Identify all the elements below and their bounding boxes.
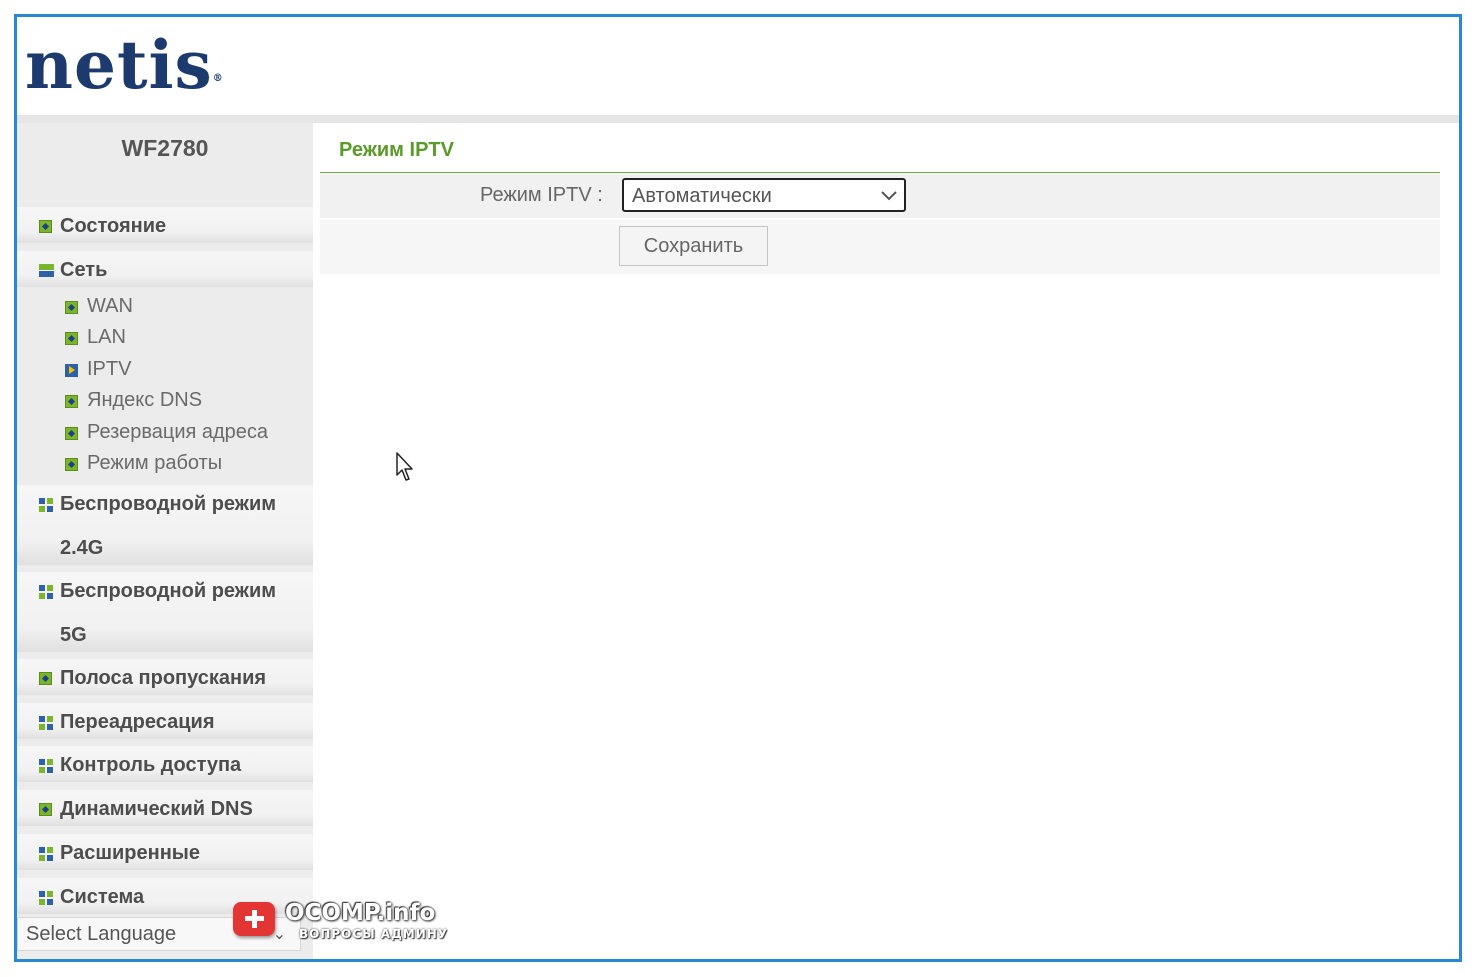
sidebar-item-forwarding[interactable]: Переадресация [17, 703, 313, 739]
green-diamond-icon [65, 427, 78, 440]
green-diamond-icon [65, 301, 78, 314]
active-arrow-icon [65, 364, 78, 377]
expanded-minus-icon [39, 264, 54, 277]
medical-cross-icon [233, 902, 275, 936]
sidebar-item-dynamic-dns[interactable]: Динамический DNS [17, 790, 313, 826]
sidebar-subitem-label: Режим работы [87, 452, 223, 474]
sidebar-item-label: Система [60, 886, 145, 908]
actions-row: Сохранить [320, 220, 1440, 274]
iptv-mode-select[interactable]: Автоматически [622, 178, 906, 212]
watermark-title: OCOMP.info [285, 900, 436, 926]
mouse-cursor-icon [396, 452, 413, 481]
grid-icon [39, 716, 53, 730]
save-button[interactable]: Сохранить [619, 226, 768, 266]
green-diamond-icon [39, 220, 52, 233]
model-name: WF2780 [121, 135, 209, 161]
sidebar-item-access-control[interactable]: Контроль доступа [17, 746, 313, 782]
sidebar-subitem-label: IPTV [87, 358, 132, 380]
watermark-logo: OCOMP.info ВОПРОСЫ АДМИНУ [233, 900, 463, 952]
page-title: Режим IPTV [339, 139, 454, 161]
sidebar-item-wireless-24g[interactable]: Беспроводной режим 2.4G [17, 485, 313, 565]
grid-icon [39, 891, 53, 905]
sidebar-item-label: Динамический DNS [60, 798, 253, 820]
sidebar-item-advanced[interactable]: Расширенные [17, 834, 313, 870]
sidebar-item-label: Состояние [60, 215, 167, 237]
green-diamond-icon [65, 332, 78, 345]
sidebar-item-label: Переадресация [60, 711, 215, 733]
sidebar-item-band-label: 2.4G [60, 537, 104, 559]
title-divider [320, 172, 1440, 173]
sidebar-item-band-label: 5G [60, 624, 87, 646]
sidebar-item-label: Беспроводной режим [60, 580, 277, 602]
iptv-mode-select-value: Автоматически [632, 185, 772, 207]
sidebar-subitem-label: Яндекс DNS [87, 389, 203, 411]
browser-frame: netis® WF2780 Состояние Сеть WAN LAN IPT… [14, 14, 1462, 962]
green-diamond-icon [39, 672, 52, 685]
registered-mark-icon: ® [212, 73, 224, 84]
iptv-mode-row: Режим IPTV : Автоматически [320, 174, 1440, 218]
sidebar-item-label: Расширенные [60, 842, 200, 864]
main-content: Режим IPTV Режим IPTV : Автоматически Со… [320, 123, 1440, 959]
iptv-mode-label: Режим IPTV : [480, 184, 603, 206]
grid-icon [39, 847, 53, 861]
header-divider [17, 115, 1459, 123]
sidebar-item-network[interactable]: Сеть [17, 251, 313, 287]
netis-logo: netis® [25, 25, 224, 105]
sidebar: WF2780 Состояние Сеть WAN LAN IPTV Яндек… [17, 123, 313, 959]
sidebar-item-wireless-5g[interactable]: Беспроводной режим 5G [17, 572, 313, 652]
sidebar-item-label: Беспроводной режим [60, 493, 277, 515]
green-diamond-icon [65, 458, 78, 471]
sidebar-item-bandwidth[interactable]: Полоса пропускания [17, 659, 313, 695]
grid-icon [39, 759, 53, 773]
green-diamond-icon [39, 803, 52, 816]
sidebar-item-status[interactable]: Состояние [17, 207, 313, 243]
sidebar-subitem-label: LAN [87, 326, 126, 348]
sidebar-item-label: Полоса пропускания [60, 667, 267, 689]
green-diamond-icon [65, 395, 78, 408]
sidebar-subitem-label: Резервация адреса [87, 421, 269, 443]
logo-text: netis [25, 26, 213, 104]
language-select-value: Select Language [26, 923, 177, 945]
grid-icon [39, 498, 53, 512]
watermark-subtitle: ВОПРОСЫ АДМИНУ [299, 927, 449, 941]
grid-icon [39, 585, 53, 599]
sidebar-item-label: Контроль доступа [60, 754, 242, 776]
sidebar-subitem-label: WAN [87, 295, 133, 317]
chevron-down-icon [881, 191, 897, 201]
sidebar-item-label: Сеть [60, 259, 108, 281]
